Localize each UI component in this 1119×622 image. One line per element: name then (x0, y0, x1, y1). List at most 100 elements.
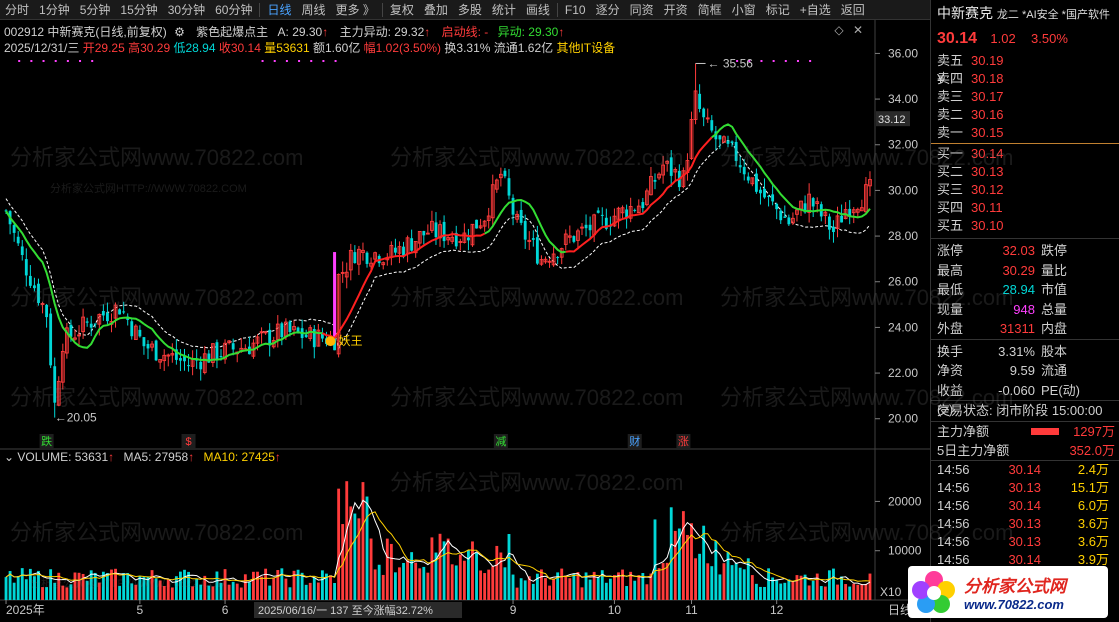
volume-bar (852, 583, 856, 600)
bid-row-1[interactable]: 买一 30.14 (931, 145, 1119, 163)
candle-down (633, 209, 637, 211)
volume-bar (775, 580, 779, 600)
capital-flow: 主力净额 1297万 5日主力净额 352.0万 (931, 422, 1119, 460)
volume-bar (373, 569, 377, 600)
volume-bar (49, 569, 53, 600)
toolbar-button-22[interactable]: 返回 (836, 0, 870, 20)
signal-dot (760, 60, 763, 62)
candle-down (763, 188, 766, 198)
volume-bar (272, 578, 276, 600)
candle-down (353, 252, 357, 264)
volume-bar (462, 560, 466, 600)
candle-down (49, 313, 53, 366)
stat-label: 收益(≡) (937, 382, 964, 418)
ask-row-5[interactable]: 卖一 30.15 (931, 124, 1119, 142)
signal-dot (310, 60, 313, 62)
bid-row-4[interactable]: 买四 30.11 (931, 199, 1119, 217)
candle-down (779, 210, 783, 221)
volume-bar (381, 574, 385, 600)
tick-row: 14:56 30.14 6.0万 (931, 497, 1119, 515)
volume-bar (33, 576, 36, 600)
volume-bar (479, 570, 483, 600)
toolbar-button-7[interactable]: 周线 (296, 0, 330, 20)
volume-bar (126, 573, 130, 600)
volume-bar (219, 582, 223, 600)
ask-row-2[interactable]: 卖四 30.18 (931, 70, 1119, 88)
toolbar-button-0[interactable]: 分时 (0, 0, 34, 20)
ask-row-3[interactable]: 卖三 30.17 (931, 88, 1119, 106)
volume-bar (572, 573, 576, 600)
volume-bar (783, 582, 787, 600)
stock-code-title: 002912 中新赛克(日线,前复权) (4, 25, 167, 39)
toolbar-button-13[interactable]: 画线 (521, 0, 555, 20)
tick-row: 14:56 30.13 3.6万 (931, 515, 1119, 533)
toolbar-button-5[interactable]: 60分钟 (210, 0, 257, 20)
volume-bar (730, 565, 734, 600)
toolbar-button-1[interactable]: 1分钟 (34, 0, 75, 20)
candle-down (730, 141, 734, 144)
toolbar-button-12[interactable]: 统计 (487, 0, 521, 20)
candle-down (503, 170, 507, 177)
volume-bar (759, 586, 762, 600)
toolbar-button-9[interactable]: 复权 (385, 0, 419, 20)
toolbar-button-11[interactable]: 多股 (453, 0, 487, 20)
volume-bar (154, 578, 158, 600)
toolbar-button-4[interactable]: 30分钟 (163, 0, 210, 20)
volume-bar (458, 554, 462, 600)
toolbar-button-6[interactable]: 日线 (262, 0, 296, 20)
toolbar-button-21[interactable]: +自选 (795, 0, 836, 20)
toolbar-button-2[interactable]: 5分钟 (75, 0, 116, 20)
volume-bar (16, 575, 20, 600)
ask-row-1[interactable]: 卖五 ¥ 30.19 (931, 52, 1119, 86)
bid-row-2[interactable]: 买二 30.13 (931, 163, 1119, 181)
bid-row-3[interactable]: 买三 30.12 (931, 181, 1119, 199)
indicator-name[interactable]: 紫色起爆点主 (196, 25, 268, 39)
sector-name[interactable]: 其他IT设备 (556, 41, 615, 55)
toolbar-button-20[interactable]: 标记 (761, 0, 795, 20)
volume-bar (97, 582, 101, 600)
event-marker: 财 (629, 434, 640, 448)
event-marker: $ (185, 436, 191, 448)
diamond-icon[interactable]: ◇ (834, 23, 843, 37)
candle-down (45, 304, 49, 318)
toolbar-button-17[interactable]: 开资 (659, 0, 693, 20)
toolbar-button-16[interactable]: 同资 (625, 0, 659, 20)
volume-bar (544, 578, 547, 600)
stat-row: 最低 28.94 市值 (931, 280, 1119, 300)
tick-price: 30.13 (1008, 534, 1041, 549)
toolbar-button-19[interactable]: 小窗 (727, 0, 761, 20)
demon-king-label: 妖王 (339, 334, 363, 348)
tick-volume: 15.1万 (1070, 480, 1109, 495)
ask-price: 30.15 (971, 125, 1004, 140)
volume-bar (734, 562, 738, 600)
toolbar-button-14[interactable]: F10 (560, 0, 591, 20)
settings-icon[interactable]: ⚙ (174, 25, 185, 39)
indicator-zhuli: 主力异动: 29.32 (339, 25, 425, 39)
moving-average-line (711, 123, 871, 219)
toolbar-button-15[interactable]: 逐分 (591, 0, 625, 20)
volume-bar (832, 568, 835, 600)
volume-bar (146, 576, 150, 600)
ask-row-4[interactable]: 卖二 30.16 (931, 106, 1119, 124)
candle-down (219, 356, 223, 358)
kline-chart[interactable]: 36.00 34.00 32.00 30.00 28.00 26.00 24.00 22.00… (0, 0, 930, 622)
toolbar-button-10[interactable]: 叠加 (419, 0, 453, 20)
candle-down (475, 219, 478, 229)
volume-bar (763, 586, 766, 600)
toolbar-button-18[interactable]: 简框 (693, 0, 727, 20)
y-tick-label: 20.00 (888, 412, 918, 426)
ask-price: 30.19 (971, 53, 1004, 68)
capital-flow-bar (1031, 447, 1059, 454)
signal-dot (334, 60, 337, 62)
volume-bar (540, 569, 543, 600)
toolbar-button-3[interactable]: 15分钟 (115, 0, 162, 20)
volume-bar (621, 569, 624, 600)
x-tick-label: 2025年 (6, 603, 45, 617)
toolbar-button-8[interactable]: 更多 》 (331, 0, 380, 20)
close-icon[interactable]: ✕ (853, 23, 863, 37)
volume-bar (446, 538, 450, 600)
stat-row: 换手 3.31% 股本 (931, 342, 1119, 362)
x-tick-label: 9 (510, 603, 517, 617)
bid-row-5[interactable]: 买五 30.10 (931, 217, 1119, 235)
chevron-down-icon[interactable]: ⌄ (4, 450, 14, 464)
